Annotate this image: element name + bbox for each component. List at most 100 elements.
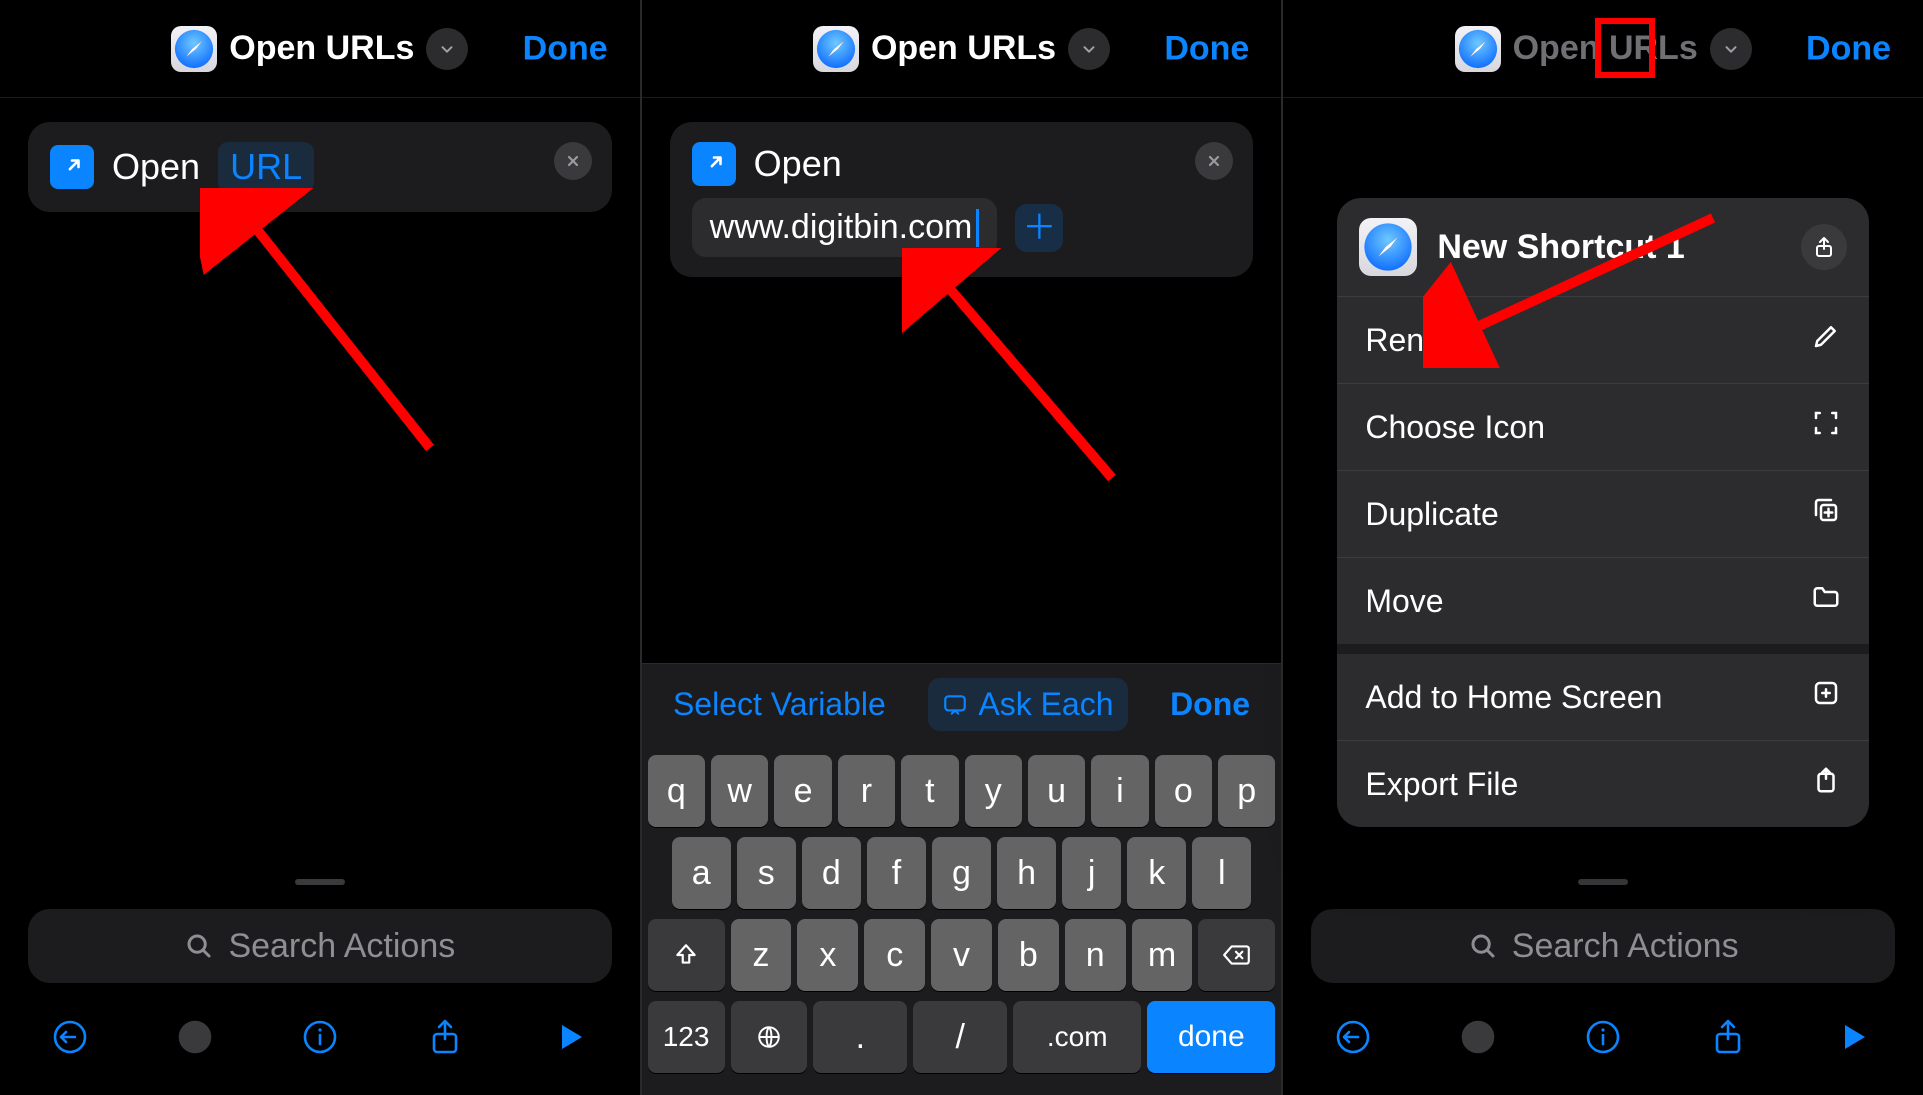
key-o[interactable]: o xyxy=(1155,755,1212,827)
share-button[interactable] xyxy=(1702,1011,1754,1063)
slash-key[interactable]: / xyxy=(913,1001,1007,1073)
title-chevron-button[interactable] xyxy=(1068,28,1110,70)
numeric-key[interactable]: 123 xyxy=(648,1001,725,1073)
search-icon xyxy=(1468,931,1498,961)
globe-key[interactable] xyxy=(731,1001,808,1073)
annotation-arrow xyxy=(902,248,1142,508)
content-area: New Shortcut 1 RenameChoose IconDuplicat… xyxy=(1283,98,1923,879)
top-bar: Open URLs Done xyxy=(1283,0,1923,98)
title-group[interactable]: Open URLs xyxy=(813,26,1110,72)
key-k[interactable]: k xyxy=(1127,837,1186,909)
close-icon xyxy=(1206,153,1222,169)
menu-item-label: Choose Icon xyxy=(1365,409,1545,446)
search-placeholder: Search Actions xyxy=(1512,927,1739,966)
top-bar: Open URLs Done xyxy=(0,0,640,98)
title-group[interactable]: Open URLs xyxy=(1455,26,1752,72)
key-v[interactable]: v xyxy=(931,919,992,991)
share-button[interactable] xyxy=(419,1011,471,1063)
key-z[interactable]: z xyxy=(731,919,792,991)
done-button[interactable]: Done xyxy=(1806,29,1891,68)
key-p[interactable]: p xyxy=(1218,755,1275,827)
key-w[interactable]: w xyxy=(711,755,768,827)
done-button[interactable]: Done xyxy=(523,29,608,68)
keyboard-done-button[interactable]: Done xyxy=(1170,686,1250,723)
open-url-action-card: Open URL xyxy=(28,122,612,212)
content-area: Open www.digitbin.com ＋ xyxy=(642,98,1282,663)
key-g[interactable]: g xyxy=(932,837,991,909)
key-x[interactable]: x xyxy=(797,919,858,991)
title-group[interactable]: Open URLs xyxy=(171,26,468,72)
info-icon xyxy=(1583,1017,1623,1057)
keyboard: qwertyuiop asdfghjkl zxcvbnm 123 . / .co… xyxy=(642,745,1282,1095)
share-icon xyxy=(1708,1017,1748,1057)
key-t[interactable]: t xyxy=(901,755,958,827)
undo-button[interactable] xyxy=(44,1011,96,1063)
undo-button[interactable] xyxy=(1327,1011,1379,1063)
done-button[interactable]: Done xyxy=(1164,29,1249,68)
safari-app-icon xyxy=(813,26,859,72)
menu-item-label: Add to Home Screen xyxy=(1365,679,1662,716)
add-url-button[interactable]: ＋ xyxy=(1015,204,1063,252)
url-token[interactable]: URL xyxy=(218,142,314,192)
menu-item-duplicate[interactable]: Duplicate xyxy=(1337,471,1869,558)
search-icon xyxy=(184,931,214,961)
folder-icon xyxy=(1811,582,1841,620)
run-button[interactable] xyxy=(1827,1011,1879,1063)
key-y[interactable]: y xyxy=(965,755,1022,827)
pencil-icon xyxy=(1811,321,1841,359)
search-actions-field[interactable]: Search Actions xyxy=(1311,909,1895,983)
info-button[interactable] xyxy=(1577,1011,1629,1063)
key-l[interactable]: l xyxy=(1192,837,1251,909)
chevron-down-icon xyxy=(438,40,456,58)
key-s[interactable]: s xyxy=(737,837,796,909)
dot-key[interactable]: . xyxy=(813,1001,907,1073)
title-chevron-button[interactable] xyxy=(1710,28,1752,70)
key-h[interactable]: h xyxy=(997,837,1056,909)
key-u[interactable]: u xyxy=(1028,755,1085,827)
run-button[interactable] xyxy=(544,1011,596,1063)
shortcut-menu-popover: New Shortcut 1 RenameChoose IconDuplicat… xyxy=(1337,198,1869,827)
key-c[interactable]: c xyxy=(864,919,925,991)
info-button[interactable] xyxy=(294,1011,346,1063)
shortcut-safari-icon xyxy=(1359,218,1417,276)
key-n[interactable]: n xyxy=(1065,919,1126,991)
open-url-action-card: Open www.digitbin.com ＋ xyxy=(670,122,1254,277)
menu-item-label: Duplicate xyxy=(1365,496,1498,533)
popover-share-button[interactable] xyxy=(1801,224,1847,270)
key-d[interactable]: d xyxy=(802,837,861,909)
key-e[interactable]: e xyxy=(774,755,831,827)
menu-item-choose-icon[interactable]: Choose Icon xyxy=(1337,384,1869,471)
dotcom-key[interactable]: .com xyxy=(1013,1001,1141,1073)
key-m[interactable]: m xyxy=(1132,919,1193,991)
key-i[interactable]: i xyxy=(1091,755,1148,827)
delete-action-button[interactable] xyxy=(554,142,592,180)
menu-item-move[interactable]: Move xyxy=(1337,558,1869,644)
open-label: Open xyxy=(754,143,842,185)
page-title: Open URLs xyxy=(1513,29,1698,68)
url-input[interactable]: www.digitbin.com xyxy=(692,198,998,257)
key-q[interactable]: q xyxy=(648,755,705,827)
keyboard-row-1: qwertyuiop xyxy=(648,755,1276,827)
sheet-grabber[interactable] xyxy=(1578,879,1628,885)
shift-key[interactable] xyxy=(648,919,725,991)
key-r[interactable]: r xyxy=(838,755,895,827)
key-b[interactable]: b xyxy=(998,919,1059,991)
search-actions-field[interactable]: Search Actions xyxy=(28,909,612,983)
select-variable-button[interactable]: Select Variable xyxy=(673,686,886,723)
menu-item-export-file[interactable]: Export File xyxy=(1337,741,1869,827)
search-placeholder: Search Actions xyxy=(228,927,455,966)
key-j[interactable]: j xyxy=(1062,837,1121,909)
menu-item-add-to-home-screen[interactable]: Add to Home Screen xyxy=(1337,654,1869,741)
backspace-key[interactable] xyxy=(1198,919,1275,991)
popover-divider xyxy=(1337,644,1869,654)
sheet-grabber[interactable] xyxy=(295,879,345,885)
close-icon xyxy=(565,153,581,169)
ask-each-time-button[interactable]: Ask Each xyxy=(928,678,1127,731)
menu-item-label: Rename xyxy=(1365,322,1486,359)
key-f[interactable]: f xyxy=(867,837,926,909)
keyboard-done-key[interactable]: done xyxy=(1147,1001,1275,1073)
info-icon xyxy=(300,1017,340,1057)
menu-item-rename[interactable]: Rename xyxy=(1337,297,1869,384)
title-chevron-button[interactable] xyxy=(426,28,468,70)
key-a[interactable]: a xyxy=(672,837,731,909)
